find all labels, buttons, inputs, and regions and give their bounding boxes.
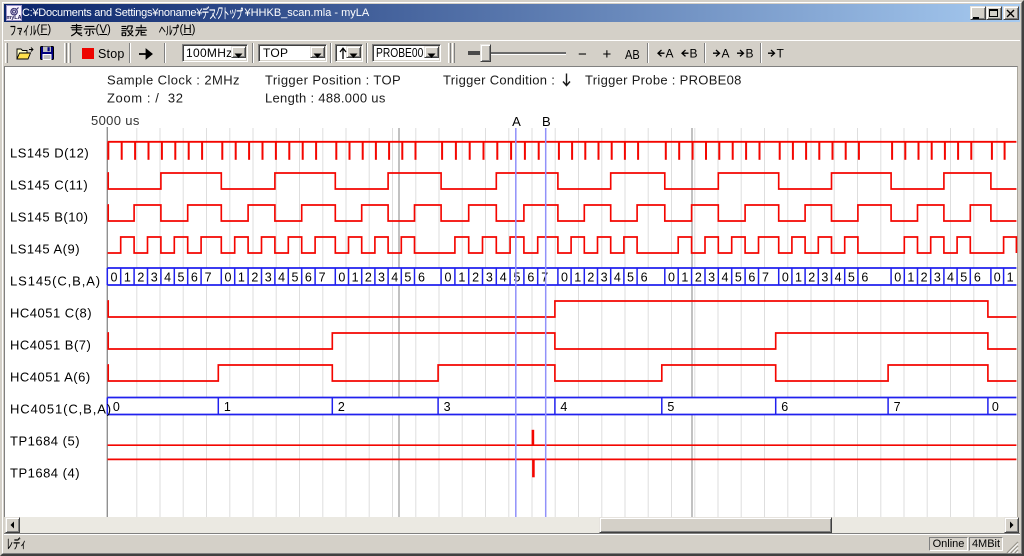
svg-text:6: 6: [748, 270, 755, 284]
svg-text:6: 6: [527, 270, 534, 284]
svg-text:6: 6: [305, 270, 312, 284]
svg-text:4: 4: [560, 400, 567, 414]
svg-text:3: 3: [486, 270, 493, 284]
svg-text:1: 1: [907, 270, 914, 284]
svg-text:5: 5: [848, 270, 855, 284]
svg-text:4: 4: [614, 270, 621, 284]
svg-text:TP1684 (4): TP1684 (4): [10, 466, 80, 481]
svg-text:6: 6: [191, 270, 198, 284]
svg-text:0: 0: [668, 270, 675, 284]
svg-text:6: 6: [861, 270, 868, 284]
svg-text:2: 2: [695, 270, 702, 284]
svg-text:4: 4: [947, 270, 954, 284]
svg-text:Trigger Probe : PROBE08: Trigger Probe : PROBE08: [585, 73, 742, 88]
svg-text:7: 7: [894, 400, 901, 414]
svg-text:3: 3: [821, 270, 828, 284]
svg-text:1: 1: [352, 270, 359, 284]
svg-text:2: 2: [587, 270, 594, 284]
svg-text:LS145 B(10): LS145 B(10): [10, 210, 89, 225]
svg-text:A: A: [722, 47, 730, 61]
svg-text:5: 5: [960, 270, 967, 284]
svg-text:5: 5: [735, 270, 742, 284]
svg-text:1: 1: [224, 400, 231, 414]
svg-text:2: 2: [808, 270, 815, 284]
svg-text:4: 4: [722, 270, 729, 284]
svg-text:6: 6: [418, 270, 425, 284]
svg-text:3: 3: [378, 270, 385, 284]
svg-text:0: 0: [225, 270, 232, 284]
svg-text:B: B: [542, 114, 551, 129]
svg-text:B: B: [746, 47, 754, 61]
svg-text:5: 5: [667, 400, 674, 414]
svg-text:1: 1: [238, 270, 245, 284]
svg-text:0: 0: [782, 270, 789, 284]
svg-text:5: 5: [514, 270, 521, 284]
svg-text:7: 7: [205, 270, 212, 284]
svg-text:HC4051 C(8): HC4051 C(8): [10, 306, 92, 321]
svg-text:2: 2: [472, 270, 479, 284]
svg-text:6: 6: [641, 270, 648, 284]
svg-text:LS145(C,B,A): LS145(C,B,A): [10, 274, 101, 289]
svg-text:6: 6: [781, 400, 788, 414]
svg-text:3: 3: [265, 270, 272, 284]
svg-text:Sample Clock : 2MHz: Sample Clock : 2MHz: [107, 73, 240, 88]
svg-text:T: T: [777, 47, 785, 61]
svg-text:HC4051(C,B,A): HC4051(C,B,A): [10, 402, 112, 417]
svg-text:Length : 488.000 us: Length : 488.000 us: [265, 91, 386, 106]
svg-text:LS145 C(11): LS145 C(11): [10, 178, 88, 193]
svg-text:4: 4: [391, 270, 398, 284]
svg-text:HC4051 B(7): HC4051 B(7): [10, 338, 91, 353]
svg-text:7: 7: [762, 270, 769, 284]
svg-text:Zoom : / 32: Zoom : / 32: [107, 91, 184, 106]
svg-text:5000 us: 5000 us: [91, 113, 140, 128]
svg-text:Trigger Position : TOP: Trigger Position : TOP: [265, 73, 401, 88]
svg-text:1: 1: [574, 270, 581, 284]
svg-text:0: 0: [113, 400, 120, 414]
svg-text:TP1684 (5): TP1684 (5): [10, 434, 80, 449]
svg-text:1: 1: [124, 270, 131, 284]
svg-text:2: 2: [251, 270, 258, 284]
svg-text:4: 4: [500, 270, 507, 284]
svg-text:1: 1: [795, 270, 802, 284]
svg-text:2: 2: [921, 270, 928, 284]
svg-text:A: A: [666, 47, 674, 61]
svg-text:0: 0: [338, 270, 345, 284]
svg-text:0: 0: [894, 270, 901, 284]
svg-text:6: 6: [974, 270, 981, 284]
svg-text:4: 4: [835, 270, 842, 284]
svg-text:1: 1: [681, 270, 688, 284]
svg-text:7: 7: [541, 270, 548, 284]
svg-text:3: 3: [708, 270, 715, 284]
svg-text:1: 1: [1007, 270, 1014, 284]
svg-text:A: A: [512, 114, 521, 129]
svg-text:0: 0: [445, 270, 452, 284]
svg-text:2: 2: [137, 270, 144, 284]
svg-text:1: 1: [458, 270, 465, 284]
svg-text:Trigger Condition :: Trigger Condition :: [443, 73, 555, 88]
svg-text:3: 3: [601, 270, 608, 284]
svg-text:3: 3: [934, 270, 941, 284]
svg-text:5: 5: [627, 270, 634, 284]
svg-text:5: 5: [292, 270, 299, 284]
svg-text:myLA: myLA: [6, 15, 21, 21]
svg-text:2: 2: [338, 400, 345, 414]
svg-text:4: 4: [278, 270, 285, 284]
svg-text:0: 0: [994, 270, 1001, 284]
svg-text:4: 4: [164, 270, 171, 284]
svg-text:HC4051 A(6): HC4051 A(6): [10, 370, 91, 385]
svg-text:LS145 D(12): LS145 D(12): [10, 146, 89, 161]
svg-text:3: 3: [444, 400, 451, 414]
svg-text:0: 0: [992, 400, 999, 414]
svg-text:5: 5: [178, 270, 185, 284]
svg-text:2: 2: [365, 270, 372, 284]
svg-text:0: 0: [111, 270, 118, 284]
svg-text:B: B: [690, 47, 698, 61]
svg-text:5: 5: [404, 270, 411, 284]
svg-text:3: 3: [151, 270, 158, 284]
svg-text:7: 7: [319, 270, 326, 284]
svg-text:0: 0: [561, 270, 568, 284]
svg-text:LS145 A(9): LS145 A(9): [10, 242, 80, 257]
